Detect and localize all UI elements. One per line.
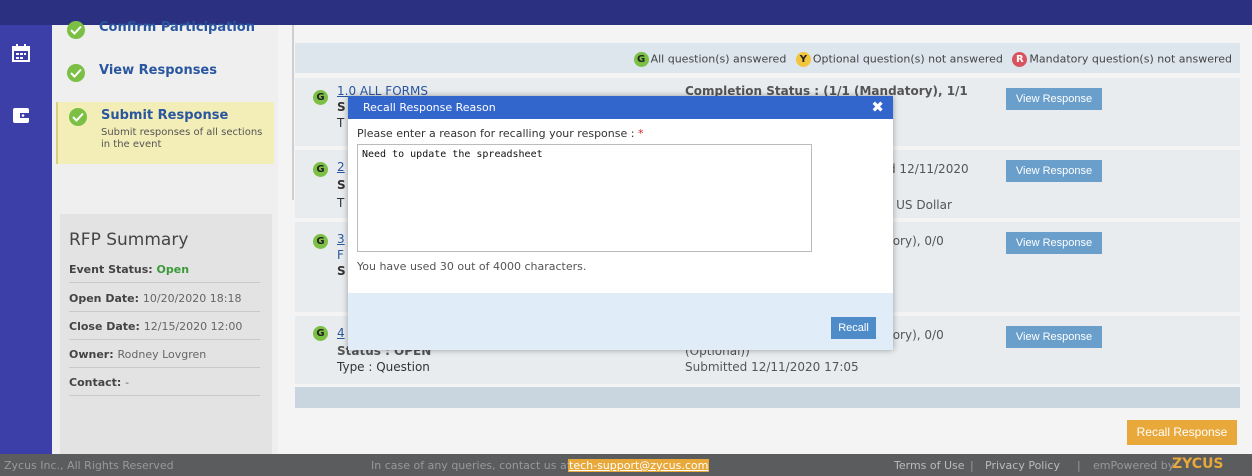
reason-label: Please enter a reason for recalling your… (357, 127, 644, 140)
reason-textarea[interactable]: Need to update the spreadsheet (357, 144, 812, 252)
dialog-footer: Recall (348, 293, 893, 350)
recall-reason-dialog: Recall Response Reason ✖ Please enter a … (348, 96, 893, 350)
character-count: You have used 30 out of 4000 characters. (357, 260, 587, 273)
close-icon[interactable]: ✖ (871, 98, 884, 116)
recall-button[interactable]: Recall (831, 317, 876, 339)
dialog-header: Recall Response Reason ✖ (348, 96, 893, 119)
required-marker: * (637, 127, 644, 140)
dialog-title: Recall Response Reason (363, 101, 496, 114)
